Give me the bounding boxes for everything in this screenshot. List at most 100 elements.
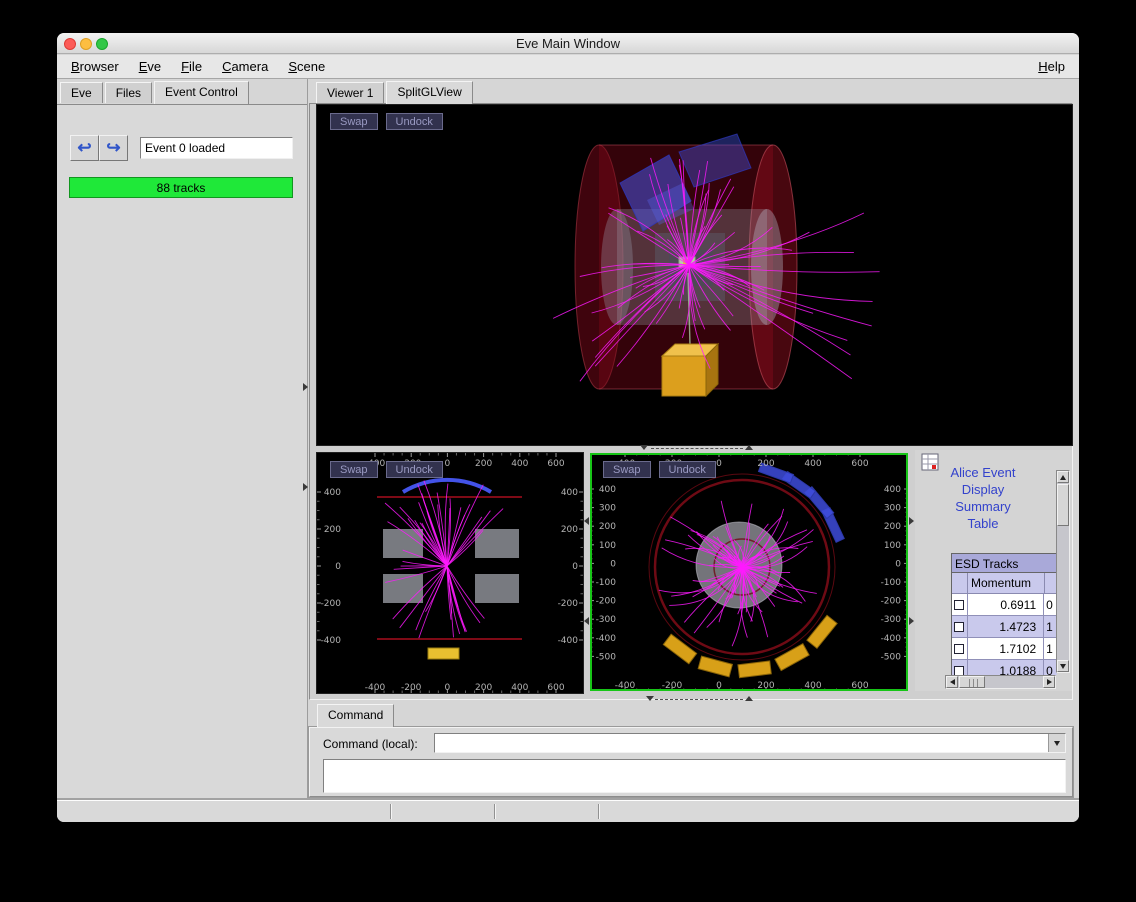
axis-tick-label: 600	[851, 459, 868, 469]
menu-eve[interactable]: Eve	[129, 56, 171, 77]
axis-tick-label: 200	[884, 522, 901, 532]
dropdown-arrow-icon	[1054, 741, 1060, 746]
menu-right: Help	[1028, 56, 1075, 77]
column-header-momentum[interactable]: Momentum	[968, 573, 1045, 593]
scroll-left-button[interactable]	[946, 676, 958, 688]
event-status-field[interactable]	[140, 137, 293, 159]
axis-tick-label: 400	[511, 459, 528, 469]
checkbox-icon	[954, 666, 964, 676]
menu-camera[interactable]: Camera	[212, 56, 278, 77]
table-row[interactable]: 0.69110	[952, 594, 1057, 616]
table-row[interactable]: 1.71021	[952, 638, 1057, 660]
menu-left: BrowserEveFileCameraScene	[61, 56, 335, 77]
summary-title-line: Table	[927, 515, 1039, 532]
summary-title-line: Alice Event	[927, 464, 1039, 481]
gl-overlay-buttons: Swap Undock	[330, 461, 443, 478]
titlebar[interactable]: Eve Main Window	[57, 33, 1079, 54]
axis-tick-label: 300	[884, 504, 901, 514]
scrollbar-thumb[interactable]	[959, 676, 985, 688]
gl-viewer-3d[interactable]: Swap Undock	[317, 105, 1072, 445]
row-checkbox[interactable]	[952, 660, 968, 675]
splitter-handle-icon[interactable]	[745, 445, 753, 450]
axis-tick-label: 300	[599, 504, 616, 514]
tab-splitglview[interactable]: SplitGLView	[386, 81, 472, 104]
window-title: Eve Main Window	[57, 36, 1079, 51]
left-arrow-icon	[950, 679, 955, 685]
tab-command[interactable]: Command	[317, 704, 394, 727]
splitter-handle-icon[interactable]	[303, 483, 308, 491]
axis-tick-label: 400	[599, 485, 616, 495]
forward-arrow-icon	[106, 138, 120, 158]
tab-viewer-1[interactable]: Viewer 1	[316, 82, 384, 103]
splitter-handle-icon[interactable]	[646, 696, 654, 701]
splitter-handle-icon[interactable]	[745, 696, 753, 701]
command-panel: Command (local):	[309, 727, 1073, 797]
previous-event-button[interactable]	[70, 135, 99, 161]
splitter-bar[interactable]	[651, 448, 743, 449]
splitter-handle-icon[interactable]	[584, 617, 589, 625]
command-output-box[interactable]	[323, 759, 1066, 793]
axis-tick-label: -300	[596, 615, 617, 625]
horizontal-scrollbar[interactable]	[945, 675, 1056, 689]
command-label: Command (local):	[323, 737, 418, 751]
gl-viewer-xy-projection[interactable]: -400-400-200-200002002004004006006004004…	[590, 453, 908, 691]
axis-tick-label: -300	[881, 615, 902, 625]
menu-browser[interactable]: Browser	[61, 56, 129, 77]
checkbox-icon	[954, 622, 964, 632]
splitter-handle-icon[interactable]	[909, 617, 914, 625]
event-control-panel: 88 tracks	[57, 104, 307, 800]
table-row[interactable]: 1.47231	[952, 616, 1057, 638]
menu-scene[interactable]: Scene	[278, 56, 335, 77]
scrollbar-thumb[interactable]	[1057, 484, 1069, 526]
tab-event-control[interactable]: Event Control	[154, 81, 249, 104]
axis-tick-label: -400	[596, 634, 617, 644]
axis-tick-label: 600	[547, 459, 564, 469]
eve-main-window: Eve Main Window BrowserEveFileCameraScen…	[57, 33, 1079, 822]
splitter-bar[interactable]	[655, 699, 743, 700]
menu-file[interactable]: File	[171, 56, 212, 77]
command-text-input[interactable]	[435, 734, 1047, 752]
splitter-handle-icon[interactable]	[303, 383, 308, 391]
momentum-value: 0.6911	[968, 594, 1044, 615]
scroll-down-button[interactable]	[1057, 660, 1069, 672]
axis-tick-label: 400	[804, 459, 821, 469]
tab-files[interactable]: Files	[105, 82, 152, 103]
undock-button[interactable]: Undock	[386, 113, 443, 130]
axis-tick-label: 0	[610, 559, 616, 569]
menubar: BrowserEveFileCameraScene Help	[57, 55, 1079, 79]
table-title: ESD Tracks	[952, 553, 1057, 573]
scroll-right-button[interactable]	[1043, 676, 1055, 688]
swap-button[interactable]: Swap	[330, 461, 378, 478]
splitter-handle-icon[interactable]	[909, 517, 914, 525]
tab-eve[interactable]: Eve	[60, 82, 103, 103]
dropdown-button[interactable]	[1048, 734, 1065, 752]
scroll-up-button[interactable]	[1057, 471, 1069, 483]
splitter-handle-icon[interactable]	[584, 517, 589, 525]
swap-button[interactable]: Swap	[330, 113, 378, 130]
axis-tick-label: 400	[561, 488, 578, 498]
row-checkbox[interactable]	[952, 638, 968, 659]
undock-button[interactable]: Undock	[386, 461, 443, 478]
table-row[interactable]: 1.01880	[952, 660, 1057, 675]
gl-viewer-rz-projection[interactable]: -400-400-200-200002002004004006006004004…	[317, 453, 583, 693]
axis-tick-label: 0	[335, 562, 341, 572]
statusbar-separator	[494, 804, 496, 819]
command-combobox[interactable]	[434, 733, 1066, 753]
esd-tracks-table: ESD Tracks Momentum 0.691101.472311.7102…	[951, 553, 1057, 675]
menu-help[interactable]: Help	[1028, 56, 1075, 77]
sidebar-tab-bar: EveFilesEvent Control	[60, 82, 251, 105]
table-rows: 0.691101.472311.710211.01880	[952, 594, 1057, 675]
next-event-button[interactable]	[99, 135, 128, 161]
tracks-count-banner: 88 tracks	[69, 177, 293, 198]
axis-tick-label: -200	[881, 597, 902, 607]
splitter-handle-icon[interactable]	[640, 445, 648, 450]
vertical-scrollbar[interactable]	[1056, 470, 1070, 673]
row-checkbox[interactable]	[952, 616, 968, 637]
undock-button[interactable]: Undock	[659, 461, 716, 478]
swap-button[interactable]: Swap	[603, 461, 651, 478]
axis-tick-label: -200	[596, 597, 617, 607]
checkbox-column-header	[952, 573, 968, 593]
row-checkbox[interactable]	[952, 594, 968, 615]
summary-title-line: Display	[927, 481, 1039, 498]
axis-tick-label: -100	[596, 578, 617, 588]
